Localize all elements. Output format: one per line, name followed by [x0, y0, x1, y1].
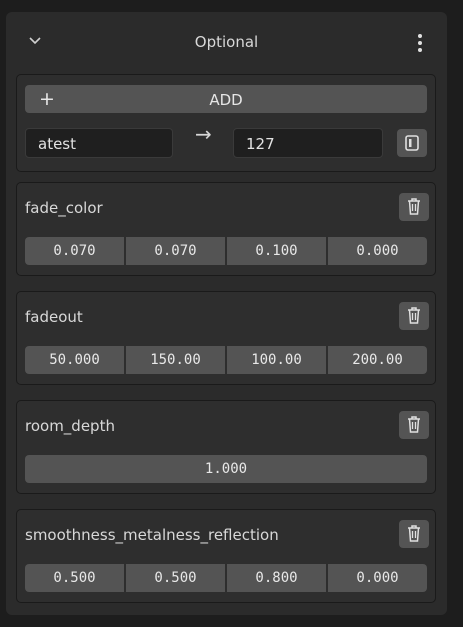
panel-header[interactable]: Optional: [6, 12, 447, 74]
arrow-icon: →: [195, 122, 212, 146]
panel-title: Optional: [194, 33, 259, 51]
property-box-smoothness-metalness-reflection: smoothness_metalness_reflection 0.500 0.…: [16, 509, 436, 603]
property-box-room-depth: room_depth 1.000: [16, 400, 436, 494]
property-box-fade-color: fade_color 0.070 0.070 0.100 0.000: [16, 182, 436, 276]
property-name-input[interactable]: atest: [25, 128, 173, 158]
add-button-label: ADD: [209, 91, 243, 109]
vector-field: 50.000 150.00 100.00 200.00: [25, 346, 427, 374]
optional-panel: Optional + ADD atest → 127 fade_color 0.…: [6, 12, 447, 615]
property-name: smoothness_metalness_reflection: [25, 526, 279, 544]
property-box-fadeout: fadeout 50.000 150.00 100.00 200.00: [16, 291, 436, 385]
delete-button[interactable]: [399, 193, 429, 221]
property-type-button[interactable]: [397, 129, 427, 157]
value-field[interactable]: 0.000: [328, 237, 427, 265]
value-field[interactable]: 0.500: [126, 564, 225, 592]
value-field[interactable]: 0.070: [126, 237, 225, 265]
value-field[interactable]: 200.00: [328, 346, 427, 374]
trash-icon: [408, 198, 420, 215]
trash-icon: [408, 307, 420, 324]
vector-field: 0.070 0.070 0.100 0.000: [25, 237, 427, 265]
property-type-icon: [405, 135, 419, 151]
property-name: room_depth: [25, 417, 115, 435]
value-field-row: 1.000: [25, 455, 427, 483]
kebab-menu-icon[interactable]: [415, 34, 425, 58]
delete-button[interactable]: [399, 411, 429, 439]
value-field[interactable]: 150.00: [126, 346, 225, 374]
add-property-box: + ADD atest → 127: [16, 74, 436, 172]
property-name: fadeout: [25, 308, 83, 326]
property-value-input[interactable]: 127: [233, 128, 383, 158]
value-field[interactable]: 0.070: [25, 237, 124, 265]
value-field[interactable]: 1.000: [25, 455, 427, 483]
property-name: fade_color: [25, 199, 103, 217]
value-field[interactable]: 0.500: [25, 564, 124, 592]
delete-button[interactable]: [399, 520, 429, 548]
trash-icon: [408, 525, 420, 542]
value-field[interactable]: 50.000: [25, 346, 124, 374]
value-field[interactable]: 100.00: [227, 346, 326, 374]
add-button[interactable]: + ADD: [25, 85, 427, 113]
vector-field: 0.500 0.500 0.800 0.000: [25, 564, 427, 592]
delete-button[interactable]: [399, 302, 429, 330]
value-field[interactable]: 0.800: [227, 564, 326, 592]
value-field[interactable]: 0.000: [328, 564, 427, 592]
trash-icon: [408, 416, 420, 433]
value-field[interactable]: 0.100: [227, 237, 326, 265]
